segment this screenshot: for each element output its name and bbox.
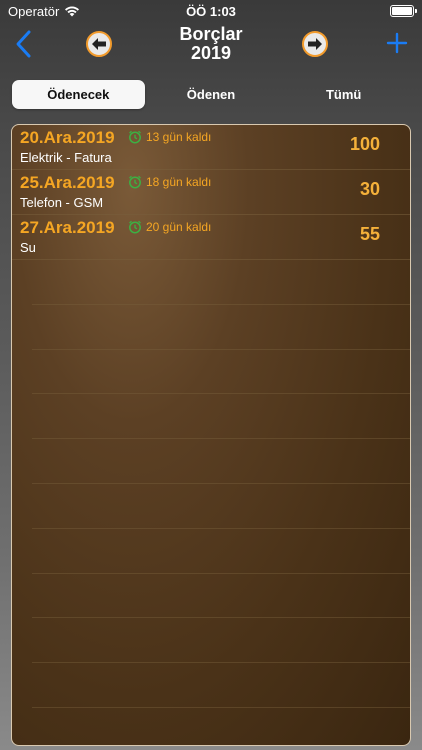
alarm-clock-icon [129, 175, 141, 189]
debt-amount: 55 [359, 224, 380, 244]
title-line2: 2019 [190, 43, 232, 63]
next-year-button[interactable] [302, 31, 328, 57]
debt-row[interactable]: 25.Ara.2019 18 gün kaldı Telefon - GSM 3… [12, 170, 410, 215]
status-time: ÖÖ 1:03 [186, 4, 236, 19]
debt-amount: 100 [349, 134, 380, 154]
page-title: Borçlar 2019 [120, 25, 302, 63]
arrow-left-icon [92, 38, 106, 50]
debt-description: Su [20, 240, 36, 255]
debt-row[interactable]: 27.Ara.2019 20 gün kaldı Su 55 [12, 215, 410, 260]
alarm-clock-icon [129, 130, 141, 144]
debt-amount: 30 [359, 179, 380, 199]
debt-row[interactable]: 20.Ara.2019 13 gün kaldı Elektrik - Fatu… [12, 125, 410, 170]
debt-list: 20.Ara.2019 13 gün kaldı Elektrik - Fatu… [12, 125, 410, 260]
empty-row-lines [32, 260, 410, 708]
debt-date: 20.Ara.2019 [20, 128, 115, 147]
debt-date: 27.Ara.2019 [20, 218, 115, 237]
back-chevron-icon[interactable] [12, 28, 36, 60]
debt-description: Telefon - GSM [20, 195, 104, 210]
debt-list-panel: 20.Ara.2019 13 gün kaldı Elektrik - Fatu… [11, 124, 411, 746]
arrow-right-icon [308, 38, 322, 50]
days-remaining: 20 gün kaldı [146, 220, 212, 234]
filter-segmented-control: Ödenecek Ödenen Tümü [12, 80, 410, 109]
segment-odenen[interactable]: Ödenen [145, 80, 278, 109]
previous-year-button[interactable] [86, 31, 112, 57]
days-remaining: 13 gün kaldı [146, 130, 212, 144]
segment-odenecek[interactable]: Ödenecek [12, 80, 145, 109]
title-line1: Borçlar [179, 24, 243, 44]
nav-bar: Borçlar 2019 [0, 22, 422, 66]
days-remaining: 18 gün kaldı [146, 175, 212, 189]
add-icon[interactable] [386, 32, 408, 54]
segment-tumu[interactable]: Tümü [277, 80, 410, 109]
debt-date: 25.Ara.2019 [20, 173, 115, 192]
alarm-clock-icon [129, 220, 141, 234]
debt-description: Elektrik - Fatura [20, 150, 112, 165]
